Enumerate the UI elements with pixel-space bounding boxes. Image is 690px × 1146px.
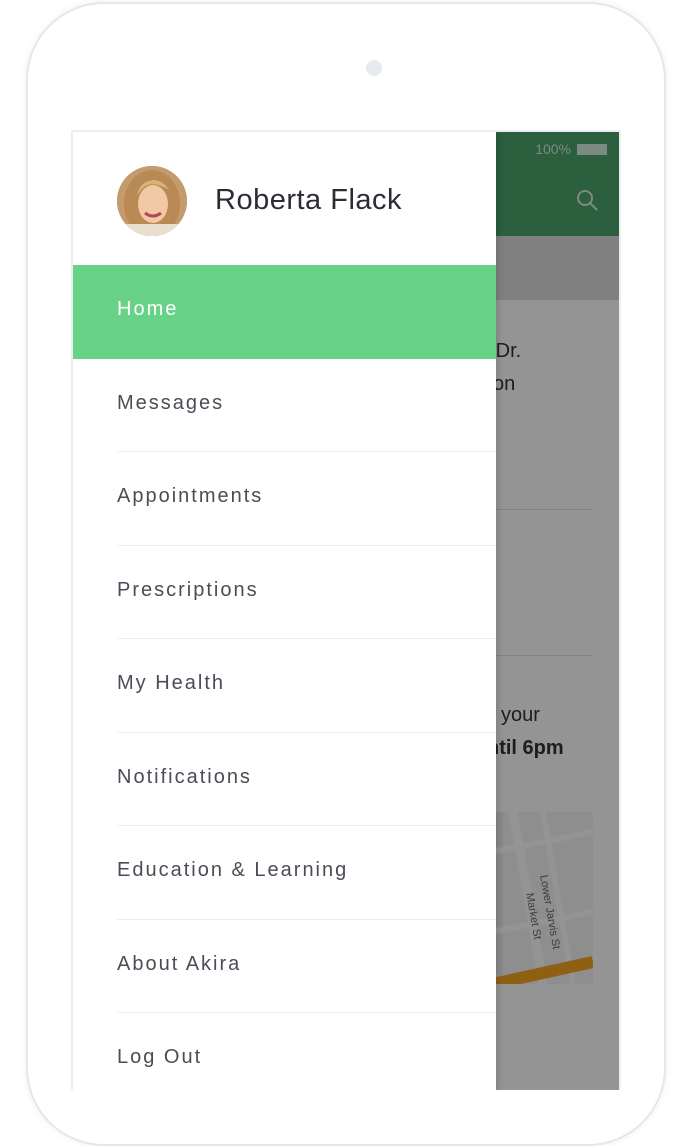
menu-item-label: Home [117,298,179,320]
drawer-menu: Home Messages Appointments Prescriptions My … [73,265,496,1090]
menu-item-home[interactable]: Home [73,265,496,359]
menu-item-label: Messages [117,391,225,414]
camera-dot [366,60,382,76]
menu-item-label: Education & Learning [117,859,349,881]
menu-item-education-and-learning[interactable]: Education & Learning [73,826,496,920]
menu-item-label: Notifications [117,765,252,788]
avatar-portrait [117,166,187,236]
menu-item-log-out[interactable]: Log Out [73,1013,496,1090]
menu-item-label: Appointments [117,485,264,507]
menu-item-prescriptions[interactable]: Prescriptions [73,546,496,639]
menu-item-label: Prescriptions [117,578,259,601]
avatar[interactable] [117,166,187,236]
menu-item-notifications[interactable]: Notifications [73,733,496,826]
menu-item-label: Log Out [117,1046,203,1068]
user-name: Roberta Flack [215,184,403,216]
menu-item-appointments[interactable]: Appointments [73,452,496,546]
menu-item-label: My Health [117,672,226,694]
menu-item-my-health[interactable]: My Health [73,639,496,733]
menu-item-label: About Akira [117,952,242,975]
navigation-drawer: Roberta Flack Home Messages Appointments Pr… [73,132,496,1090]
screen: 100% n Dr. on your ntil 6pm Lower Jarvis… [71,130,621,1090]
menu-item-messages[interactable]: Messages [73,359,496,452]
menu-item-about-akira[interactable]: About Akira [73,920,496,1013]
profile-header[interactable]: Roberta Flack [73,132,496,265]
